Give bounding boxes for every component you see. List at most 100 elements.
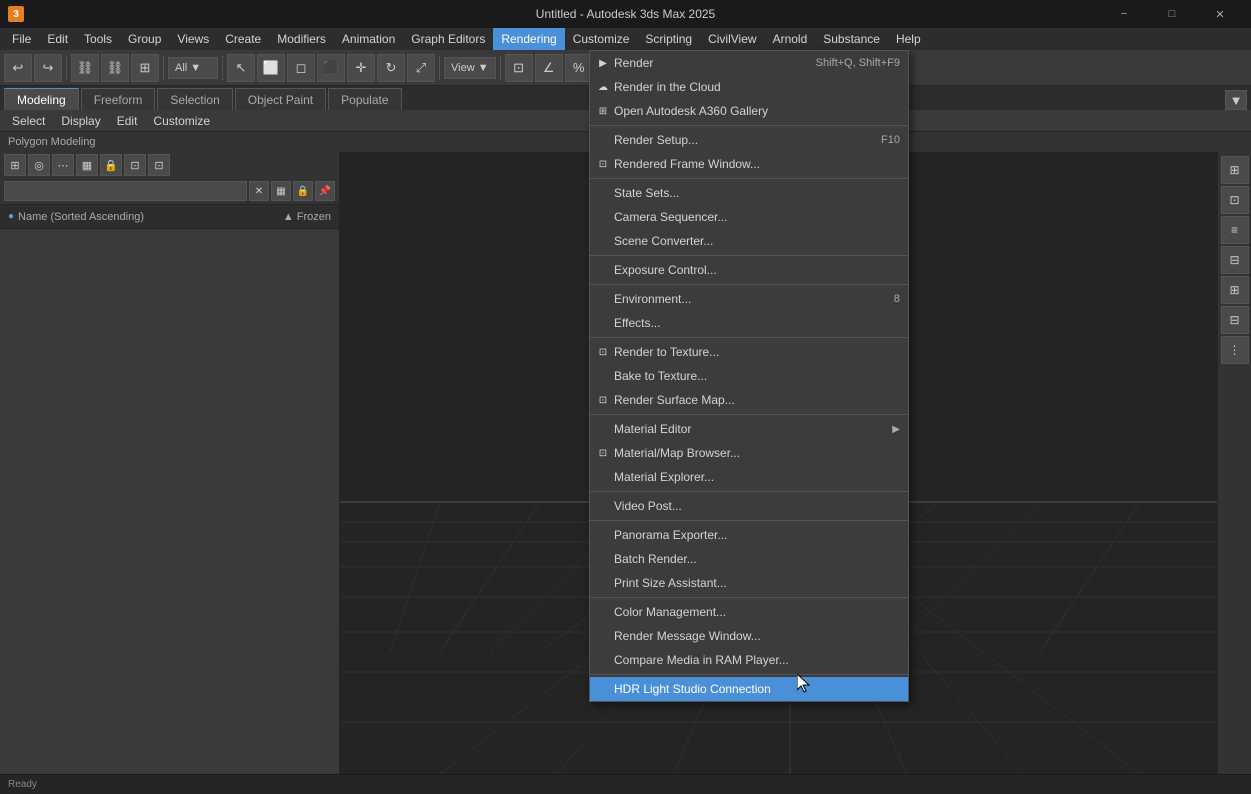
view-dropdown[interactable]: View ▼ [444,57,496,79]
submenu-customize[interactable]: Customize [145,110,218,132]
menu-scripting[interactable]: Scripting [637,28,700,50]
menu-item-color-management[interactable]: Color Management... [590,600,908,624]
app-icon: 3 [8,6,24,22]
maximize-button[interactable]: □ [1149,0,1195,28]
select-crossing-button[interactable]: ⬛ [317,54,345,82]
search-bar: ✕ ▦ 🔒 📌 [0,178,339,205]
menu-arnold[interactable]: Arnold [765,28,816,50]
submenu-select[interactable]: Select [4,110,53,132]
rotate-button[interactable]: ↻ [377,54,405,82]
scene-list[interactable] [0,229,339,794]
menu-item-render-setup[interactable]: Render Setup... F10 [590,128,908,152]
select-button[interactable]: ↖ [227,54,255,82]
select-window-button[interactable]: ◻ [287,54,315,82]
menu-file[interactable]: File [4,28,39,50]
menu-edit[interactable]: Edit [39,28,76,50]
menu-item-batch-render[interactable]: Batch Render... [590,547,908,571]
tab-options-button[interactable]: ▼ [1225,90,1247,110]
toolbar-separator-5 [500,56,501,80]
a360-icon: ⊞ [596,104,610,118]
menu-item-scene-converter[interactable]: Scene Converter... [590,229,908,253]
menu-customize[interactable]: Customize [565,28,638,50]
separator-3 [590,255,908,256]
menu-tools[interactable]: Tools [76,28,120,50]
right-icon-6[interactable]: ⊟ [1221,306,1249,334]
menu-help[interactable]: Help [888,28,929,50]
right-icon-3[interactable]: ≡ [1221,216,1249,244]
menu-item-material-editor[interactable]: Material Editor ▶ [590,417,908,441]
menu-item-environment[interactable]: Environment... 8 [590,287,908,311]
menu-item-bake-to-texture[interactable]: Bake to Texture... [590,364,908,388]
right-icon-7[interactable]: ⋮ [1221,336,1249,364]
tab-populate[interactable]: Populate [328,88,401,110]
lp-btn-lock[interactable]: 🔒 [100,154,122,176]
submenu-display[interactable]: Display [53,110,108,132]
search-lock-button[interactable]: 🔒 [293,181,313,201]
menu-item-state-sets[interactable]: State Sets... [590,181,908,205]
right-icon-2[interactable]: ⊡ [1221,186,1249,214]
lp-btn-3[interactable]: ⋯ [52,154,74,176]
lp-btn-filter[interactable]: ▦ [76,154,98,176]
menu-item-material-map-browser[interactable]: ⊡ Material/Map Browser... [590,441,908,465]
menu-item-video-post[interactable]: Video Post... [590,494,908,518]
right-icon-4[interactable]: ⊟ [1221,246,1249,274]
separator-5 [590,337,908,338]
menu-item-panorama-exporter[interactable]: Panorama Exporter... [590,523,908,547]
redo-button[interactable]: ↪ [34,54,62,82]
lp-btn-2[interactable]: ◎ [28,154,50,176]
menu-item-render-surface-map[interactable]: ⊡ Render Surface Map... [590,388,908,412]
submenu-edit[interactable]: Edit [109,110,146,132]
undo-button[interactable]: ↩ [4,54,32,82]
lp-btn-5[interactable]: ⊡ [124,154,146,176]
separator-10 [590,674,908,675]
tab-freeform[interactable]: Freeform [81,88,156,110]
menu-create[interactable]: Create [217,28,269,50]
menu-item-render-to-texture[interactable]: ⊡ Render to Texture... [590,340,908,364]
bind-button[interactable]: ⊞ [131,54,159,82]
filter-dropdown[interactable]: All ▼ [168,57,218,79]
menu-rendering[interactable]: Rendering [493,28,564,50]
right-icon-1[interactable]: ⊞ [1221,156,1249,184]
lp-btn-1[interactable]: ⊞ [4,154,26,176]
minimize-button[interactable]: − [1101,0,1147,28]
menu-civilview[interactable]: CivilView [700,28,764,50]
menu-item-material-explorer[interactable]: Material Explorer... [590,465,908,489]
menu-group[interactable]: Group [120,28,169,50]
search-filter-button[interactable]: ▦ [271,181,291,201]
lp-btn-6[interactable]: ⊡ [148,154,170,176]
menu-item-print-size[interactable]: Print Size Assistant... [590,571,908,595]
move-button[interactable]: ✛ [347,54,375,82]
menu-item-effects[interactable]: Effects... [590,311,908,335]
right-icon-5[interactable]: ⊞ [1221,276,1249,304]
tab-modeling[interactable]: Modeling [4,88,79,110]
angle-snap-button[interactable]: ∠ [535,54,563,82]
scale-button[interactable]: ⤢ [407,54,435,82]
select-region-button[interactable]: ⬜ [257,54,285,82]
menu-item-render-message[interactable]: Render Message Window... [590,624,908,648]
menu-animation[interactable]: Animation [334,28,403,50]
unlink-button[interactable]: ⛓ [101,54,129,82]
close-button[interactable]: ✕ [1197,0,1243,28]
menu-graph-editors[interactable]: Graph Editors [403,28,493,50]
search-clear-button[interactable]: ✕ [249,181,269,201]
search-input[interactable] [4,181,247,201]
menu-item-camera-sequencer[interactable]: Camera Sequencer... [590,205,908,229]
menu-item-hdr-light-studio[interactable]: HDR Light Studio Connection [590,677,908,701]
menu-substance[interactable]: Substance [815,28,888,50]
menu-item-render[interactable]: ▶ Render Shift+Q, Shift+F9 [590,51,908,75]
menu-views[interactable]: Views [169,28,217,50]
menu-item-rendered-frame[interactable]: ⊡ Rendered Frame Window... [590,152,908,176]
menu-item-exposure-control[interactable]: Exposure Control... [590,258,908,282]
menu-item-a360-gallery[interactable]: ⊞ Open Autodesk A360 Gallery [590,99,908,123]
tab-selection[interactable]: Selection [157,88,232,110]
separator-6 [590,414,908,415]
tab-object-paint[interactable]: Object Paint [235,88,326,110]
menu-item-compare-media[interactable]: Compare Media in RAM Player... [590,648,908,672]
snap-toggle-button[interactable]: ⊡ [505,54,533,82]
separator-2 [590,178,908,179]
menu-bar: File Edit Tools Group Views Create Modif… [0,28,1251,50]
link-button[interactable]: ⛓ [71,54,99,82]
menu-item-render-cloud[interactable]: ☁ Render in the Cloud [590,75,908,99]
search-pin-button[interactable]: 📌 [315,181,335,201]
menu-modifiers[interactable]: Modifiers [269,28,334,50]
